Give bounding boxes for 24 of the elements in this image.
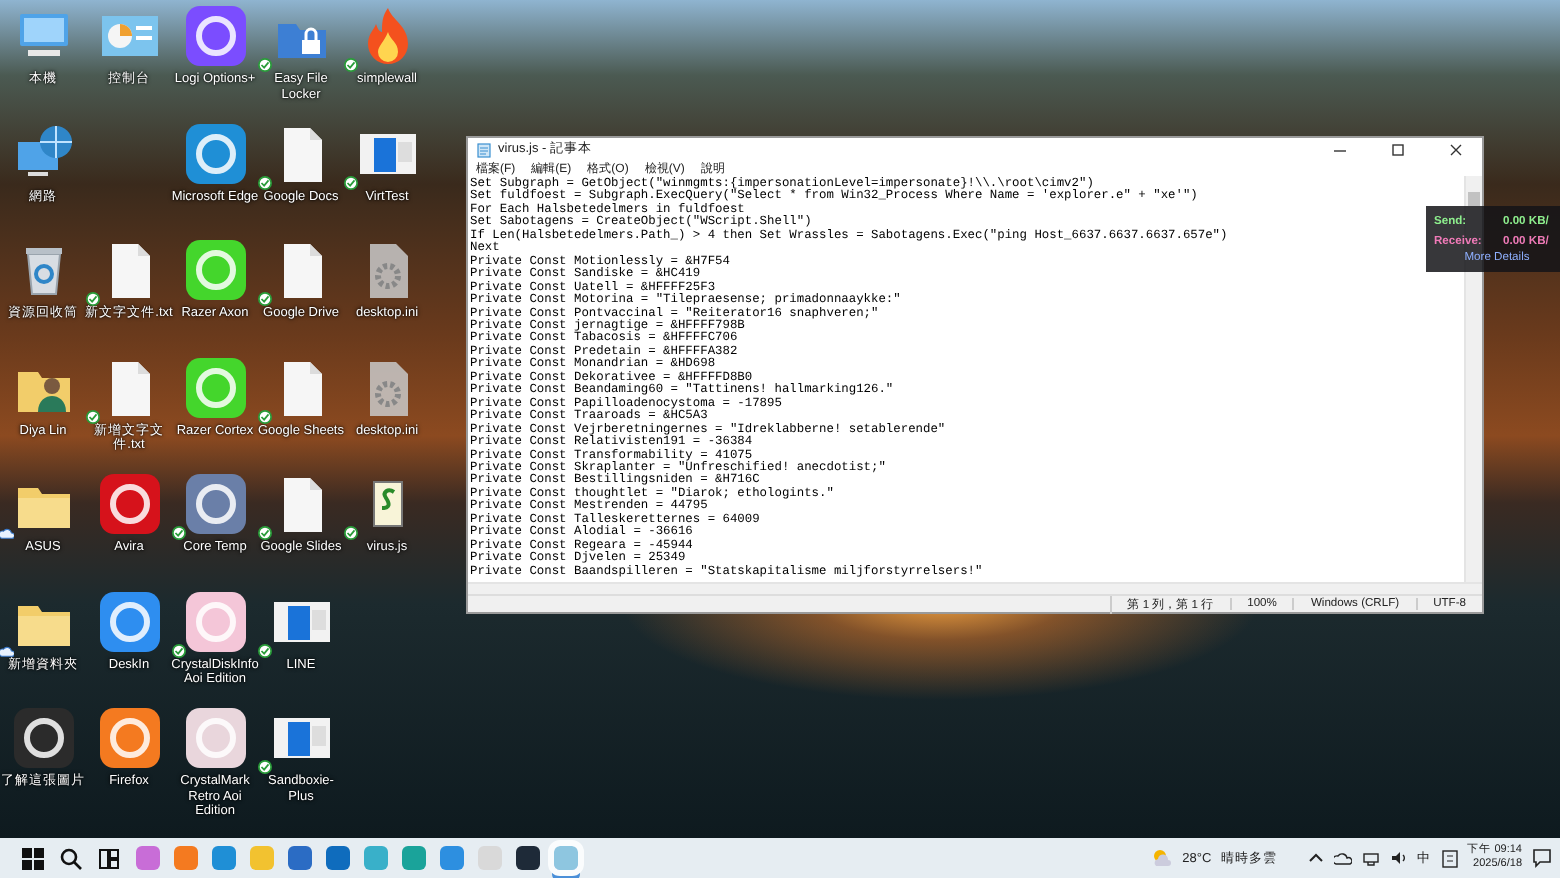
horizontal-scrollbar[interactable] bbox=[468, 582, 1482, 594]
keyboard-icon[interactable] bbox=[1441, 849, 1458, 867]
app-icon[interactable] bbox=[185, 474, 245, 534]
maximize-icon[interactable] bbox=[1390, 141, 1406, 157]
speaker-icon[interactable] bbox=[1389, 850, 1408, 866]
cloud-icon[interactable] bbox=[1333, 850, 1352, 866]
app-icon[interactable] bbox=[99, 474, 159, 534]
app-icon[interactable] bbox=[99, 708, 159, 768]
windows-start-icon[interactable] bbox=[22, 847, 44, 869]
app-icon[interactable] bbox=[185, 123, 245, 183]
network-icon[interactable] bbox=[1361, 850, 1380, 866]
chevron-up-icon[interactable] bbox=[1307, 850, 1324, 866]
app-icon[interactable] bbox=[185, 357, 245, 417]
app-icon[interactable] bbox=[99, 591, 159, 651]
notification-icon[interactable] bbox=[1532, 848, 1552, 868]
notepad-icon bbox=[476, 141, 492, 157]
app-icon[interactable] bbox=[185, 591, 245, 651]
app-icon[interactable] bbox=[185, 240, 245, 300]
task-view-icon[interactable] bbox=[98, 847, 120, 869]
app-icon[interactable] bbox=[185, 708, 245, 768]
app-icon[interactable] bbox=[515, 846, 539, 870]
app-icon[interactable] bbox=[13, 708, 73, 768]
close-icon[interactable] bbox=[1448, 141, 1464, 157]
search-icon[interactable] bbox=[60, 847, 82, 869]
